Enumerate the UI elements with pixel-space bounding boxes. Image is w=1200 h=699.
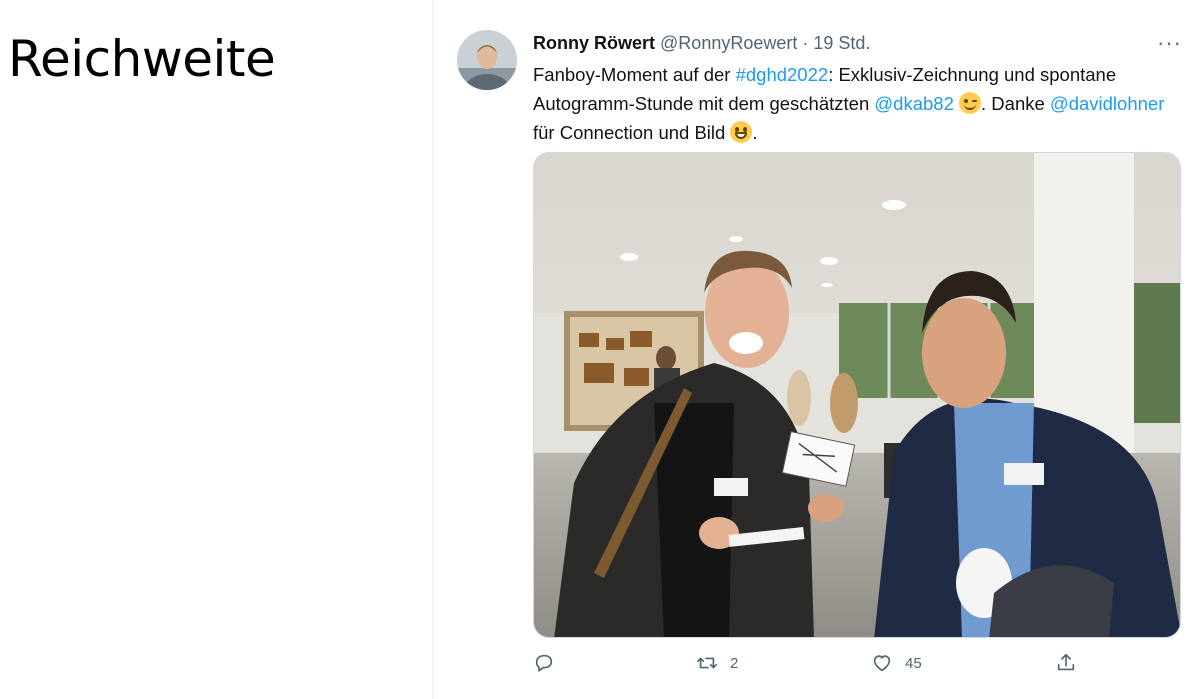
- author-handle[interactable]: @RonnyRoewert: [660, 33, 797, 53]
- text-segment: Fanboy-Moment auf der: [533, 64, 736, 85]
- slide-title: Reichweite: [8, 30, 276, 88]
- text-segment: . Danke: [981, 93, 1050, 114]
- like-icon: [873, 655, 891, 672]
- author-name[interactable]: Ronny Röwert: [533, 33, 655, 53]
- mention-link-dkab82[interactable]: @dkab82: [874, 93, 953, 114]
- retweet-icon: [697, 657, 717, 669]
- more-options-icon[interactable]: ···: [1157, 30, 1182, 56]
- text-segment: .: [752, 122, 758, 143]
- reply-icon: [535, 654, 553, 672]
- retweet-button[interactable]: 2: [696, 652, 738, 674]
- like-count: 45: [905, 654, 922, 672]
- timestamp[interactable]: 19 Std.: [813, 33, 870, 53]
- tweet-header: Ronny Röwert @RonnyRoewert · 19 Std.: [533, 33, 870, 54]
- reply-button[interactable]: [533, 652, 567, 674]
- avatar[interactable]: [457, 30, 517, 90]
- tweet-photo[interactable]: [533, 152, 1181, 638]
- like-button[interactable]: 45: [871, 652, 922, 674]
- retweet-count: 2: [730, 654, 739, 672]
- tweet-card[interactable]: Ronny Röwert @RonnyRoewert · 19 Std. ···…: [432, 0, 1200, 699]
- wink-emoji: [959, 92, 982, 114]
- grin-emoji: [730, 121, 753, 143]
- tweet-actions: 2 45: [533, 652, 1181, 682]
- separator: ·: [802, 33, 809, 53]
- mention-link-davidlohner[interactable]: @davidlohner: [1050, 93, 1164, 114]
- tweet-text: Fanboy-Moment auf der #dghd2022: Exklusi…: [533, 60, 1173, 147]
- share-icon: [1057, 653, 1075, 671]
- share-button[interactable]: [1055, 652, 1077, 674]
- hashtag-link[interactable]: #dghd2022: [736, 64, 829, 85]
- text-segment: für Connection und Bild: [533, 122, 726, 143]
